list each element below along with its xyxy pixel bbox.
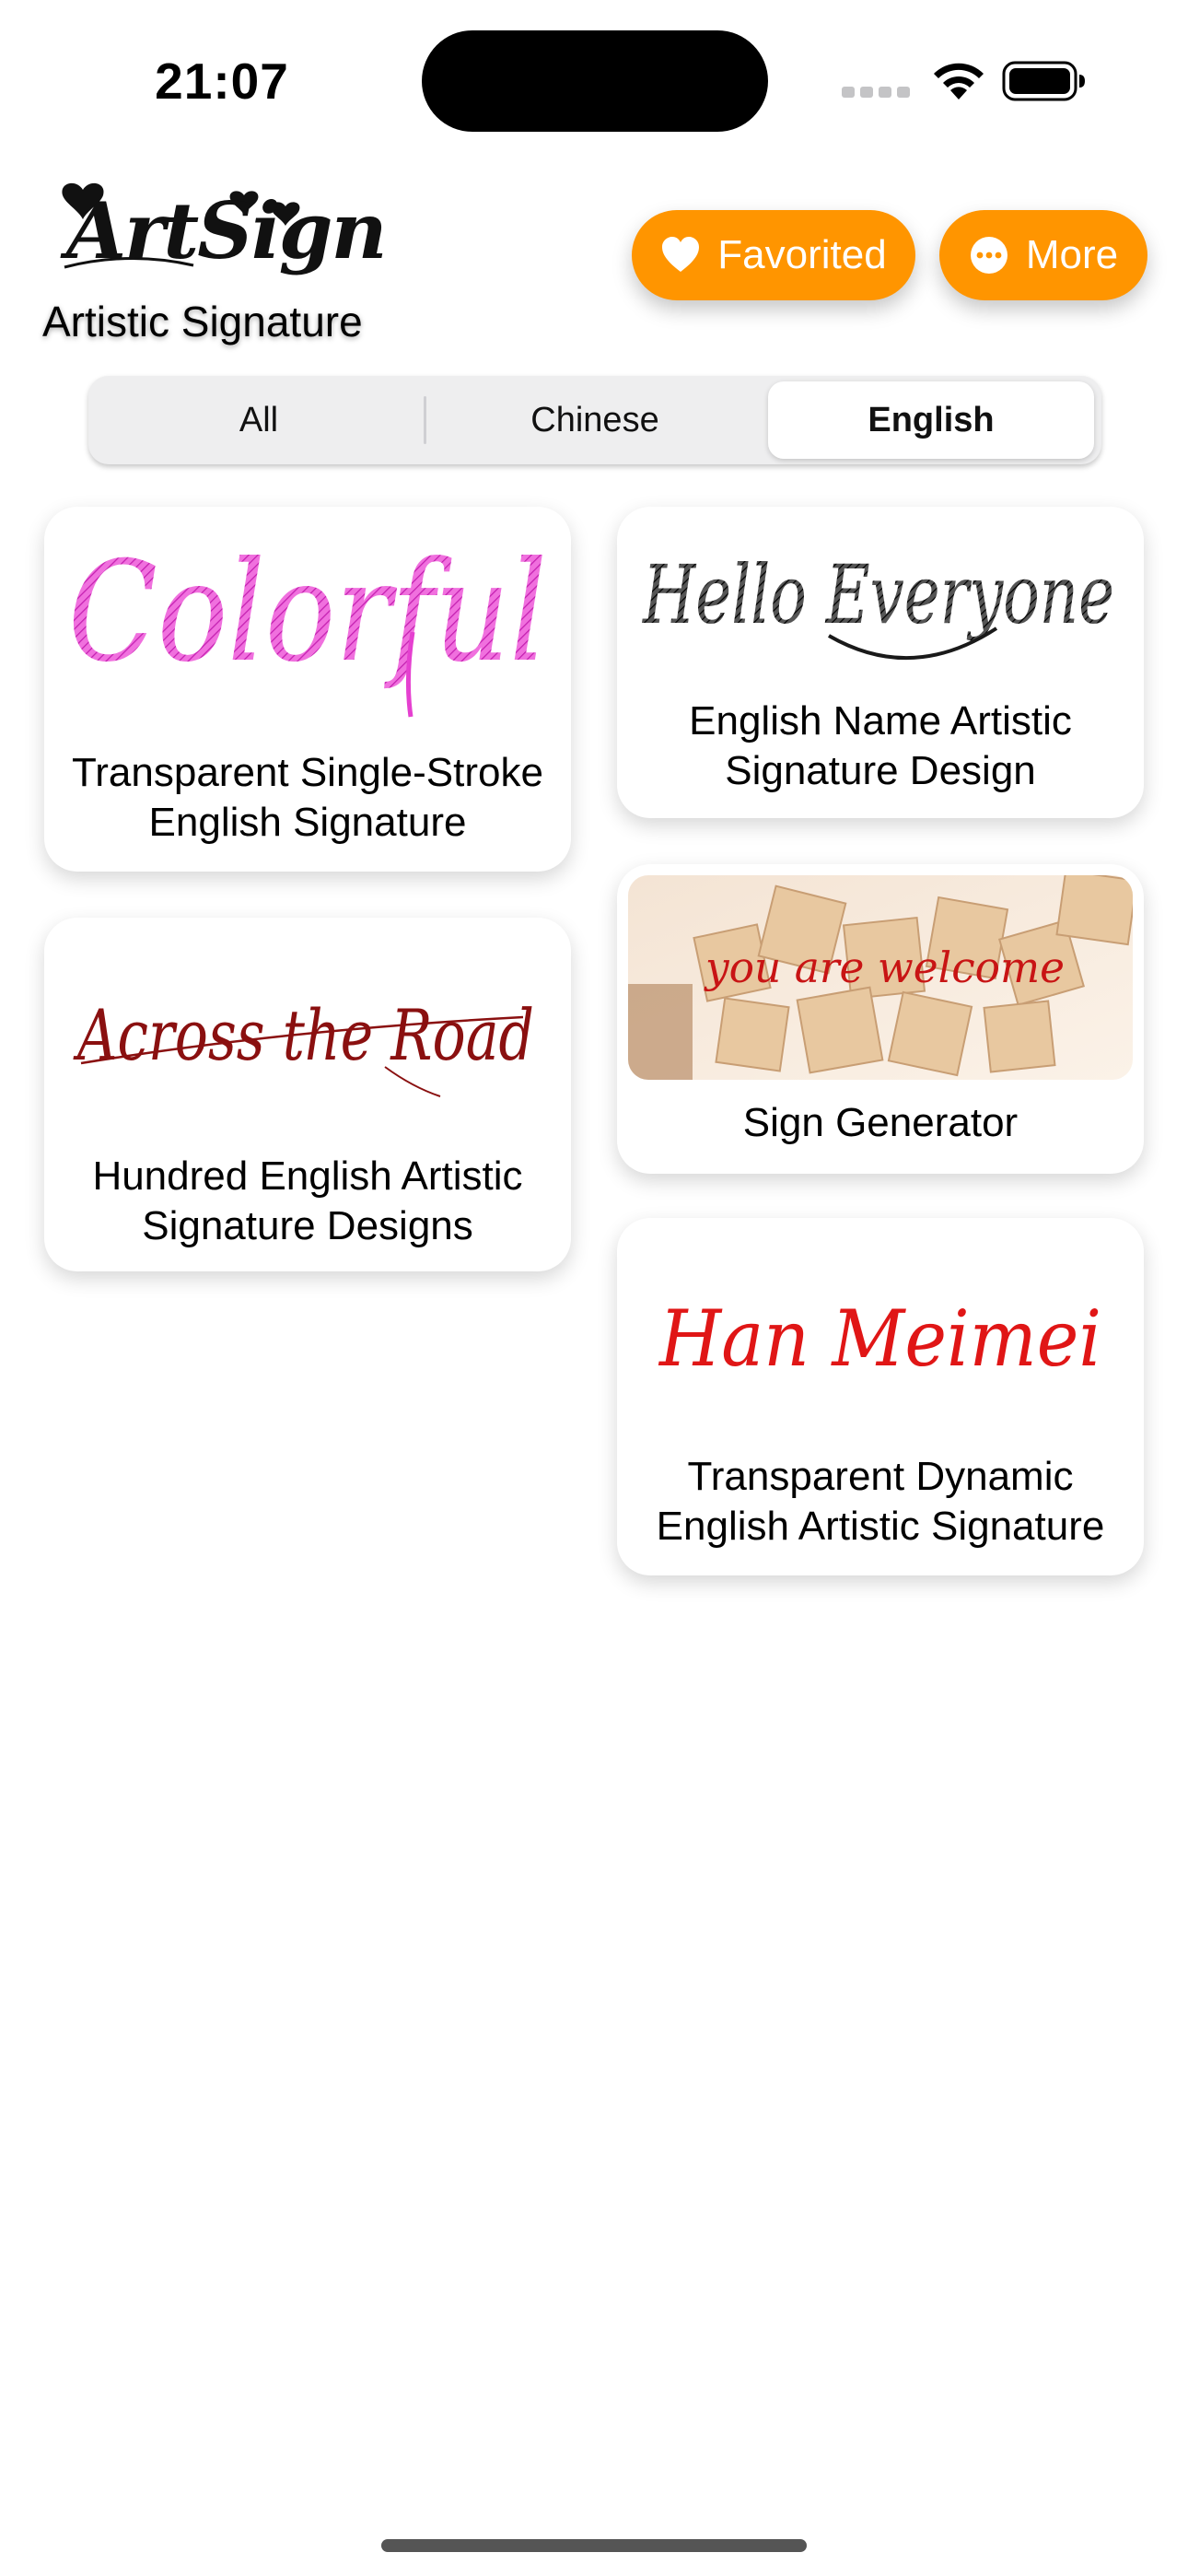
signature-preview-han-meimei: Han Meimei (635, 1255, 1125, 1439)
card-english-name-design[interactable]: Hello Everyone English Name Artistic Sig… (617, 507, 1144, 818)
logo-text: ArtSign (60, 185, 386, 276)
signature-preview-across-the-road: Across the Road (63, 949, 553, 1133)
card-title: Transparent Single-Stroke English Signat… (72, 750, 543, 845)
status-icons (838, 57, 1087, 103)
signature-preview-hello-everyone: Hello Everyone (635, 521, 1125, 687)
status-time: 21:07 (155, 53, 289, 110)
battery-icon (1002, 61, 1085, 101)
card-sign-generator[interactable]: you are welcome Sign Generator (617, 864, 1144, 1174)
tab-chinese[interactable]: Chinese (430, 381, 760, 459)
category-segmented-control: All Chinese English (88, 376, 1101, 464)
card-title: English Name Artistic Signature Design (689, 698, 1072, 793)
card-title: Transparent Dynamic English Artistic Sig… (656, 1454, 1105, 1549)
colorful-sample-text: Colorful (68, 533, 547, 693)
more-label: More (1025, 232, 1119, 277)
tab-english[interactable]: English (768, 381, 1094, 459)
you-are-welcome-sample-text: you are welcome (704, 943, 1065, 992)
wifi-icon (934, 63, 984, 100)
han-meimei-sample-text: Han Meimei (658, 1294, 1101, 1384)
card-title: Sign Generator (742, 1100, 1019, 1145)
app-screen: 21:07 ArtSign Artistic Signature Favorit… (0, 0, 1188, 2576)
heart-icon (662, 237, 700, 272)
artsign-logo: ArtSign (55, 158, 388, 278)
home-indicator[interactable] (381, 2539, 807, 2552)
card-title: Hundred English Artistic Signature Desig… (92, 1153, 523, 1248)
hello-everyone-sample-text: Hello Everyone (642, 547, 1114, 642)
favorited-label: Favorited (717, 232, 887, 277)
dynamic-island (422, 30, 768, 132)
card-hundred-designs[interactable]: Across the Road Hundred English Artistic… (44, 918, 571, 1271)
ellipsis-circle-icon (970, 237, 1007, 274)
more-button[interactable]: More (939, 210, 1147, 300)
tab-all[interactable]: All (94, 381, 424, 459)
app-subtitle: Artistic Signature (42, 298, 363, 345)
segment-divider (424, 396, 426, 444)
cellular-signal-icon (842, 87, 910, 98)
stamp-blocks-image: you are welcome (628, 875, 1133, 1080)
card-transparent-single-stroke[interactable]: Colorful Transparent Single-Stroke Engli… (44, 507, 571, 872)
favorited-button[interactable]: Favorited (632, 210, 915, 300)
signature-preview-colorful: Colorful (63, 521, 553, 730)
card-transparent-dynamic[interactable]: Han Meimei Transparent Dynamic English A… (617, 1218, 1144, 1575)
